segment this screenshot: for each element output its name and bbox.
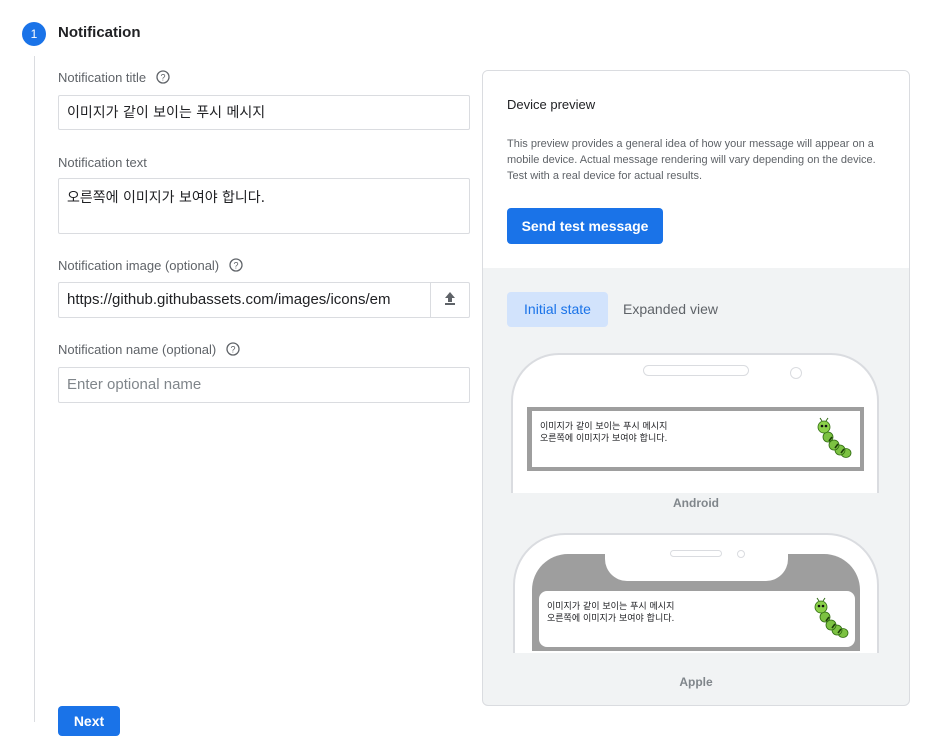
send-test-message-button[interactable]: Send test message xyxy=(507,208,663,244)
notification-title-value: 이미지가 같이 보이는 푸시 메시지 xyxy=(67,105,266,121)
help-icon[interactable]: ? xyxy=(229,258,243,275)
android-label: Android xyxy=(673,496,719,510)
apple-label: Apple xyxy=(679,675,713,689)
tab-initial-state[interactable]: Initial state xyxy=(507,292,608,327)
android-notification-text: 오른쪽에 이미지가 보여야 합니다. xyxy=(540,434,668,444)
svg-text:?: ? xyxy=(160,72,165,82)
apple-notification: 이미지가 같이 보이는 푸시 메시지 오른쪽에 이미지가 보여야 합니다. xyxy=(539,591,855,647)
name-label-row: Notification name (optional) ? xyxy=(58,342,240,359)
apple-speaker xyxy=(670,550,722,557)
notification-title-label: Notification title xyxy=(58,70,147,85)
svg-text:?: ? xyxy=(230,344,235,354)
notification-image-input[interactable]: https://github.githubassets.com/images/i… xyxy=(58,282,431,318)
help-icon[interactable]: ? xyxy=(226,342,240,359)
svg-text:?: ? xyxy=(233,260,238,270)
step-connector-line xyxy=(34,56,35,722)
apple-notification-text: 오른쪽에 이미지가 보여야 합니다. xyxy=(547,614,675,624)
step-title: Notification xyxy=(58,24,141,41)
android-speaker xyxy=(643,365,749,376)
next-button[interactable]: Next xyxy=(58,706,120,736)
notification-text-input[interactable]: 오른쪽에 이미지가 보여야 합니다. xyxy=(58,178,470,234)
caterpillar-icon xyxy=(807,597,849,644)
notification-name-placeholder: Enter optional name xyxy=(67,376,202,393)
notification-text-value: 오른쪽에 이미지가 보여야 합니다. xyxy=(67,190,266,206)
notification-text-label: Notification text xyxy=(58,155,147,170)
notification-title-input[interactable]: 이미지가 같이 보이는 푸시 메시지 xyxy=(58,95,470,130)
title-label-row: Notification title ? xyxy=(58,70,170,87)
tab-expanded-view[interactable]: Expanded view xyxy=(618,292,723,327)
android-camera xyxy=(790,367,802,379)
caterpillar-icon xyxy=(810,417,852,464)
android-notification: 이미지가 같이 보이는 푸시 메시지 오른쪽에 이미지가 보여야 합니다. xyxy=(532,411,860,467)
image-label-row: Notification image (optional) ? xyxy=(58,258,243,275)
notification-image-value: https://github.githubassets.com/images/i… xyxy=(67,291,391,308)
upload-button[interactable] xyxy=(430,282,470,318)
notification-image-label: Notification image (optional) xyxy=(58,258,220,273)
device-preview-card: Device preview This preview provides a g… xyxy=(482,70,910,706)
step-number-badge: 1 xyxy=(22,22,46,46)
help-icon[interactable]: ? xyxy=(156,70,170,87)
upload-icon xyxy=(442,290,458,311)
notification-name-input[interactable]: Enter optional name xyxy=(58,367,470,403)
apple-camera xyxy=(737,550,745,558)
preview-title: Device preview xyxy=(507,97,596,112)
notification-name-label: Notification name (optional) xyxy=(58,342,217,357)
preview-description: This preview provides a general idea of … xyxy=(507,138,876,182)
